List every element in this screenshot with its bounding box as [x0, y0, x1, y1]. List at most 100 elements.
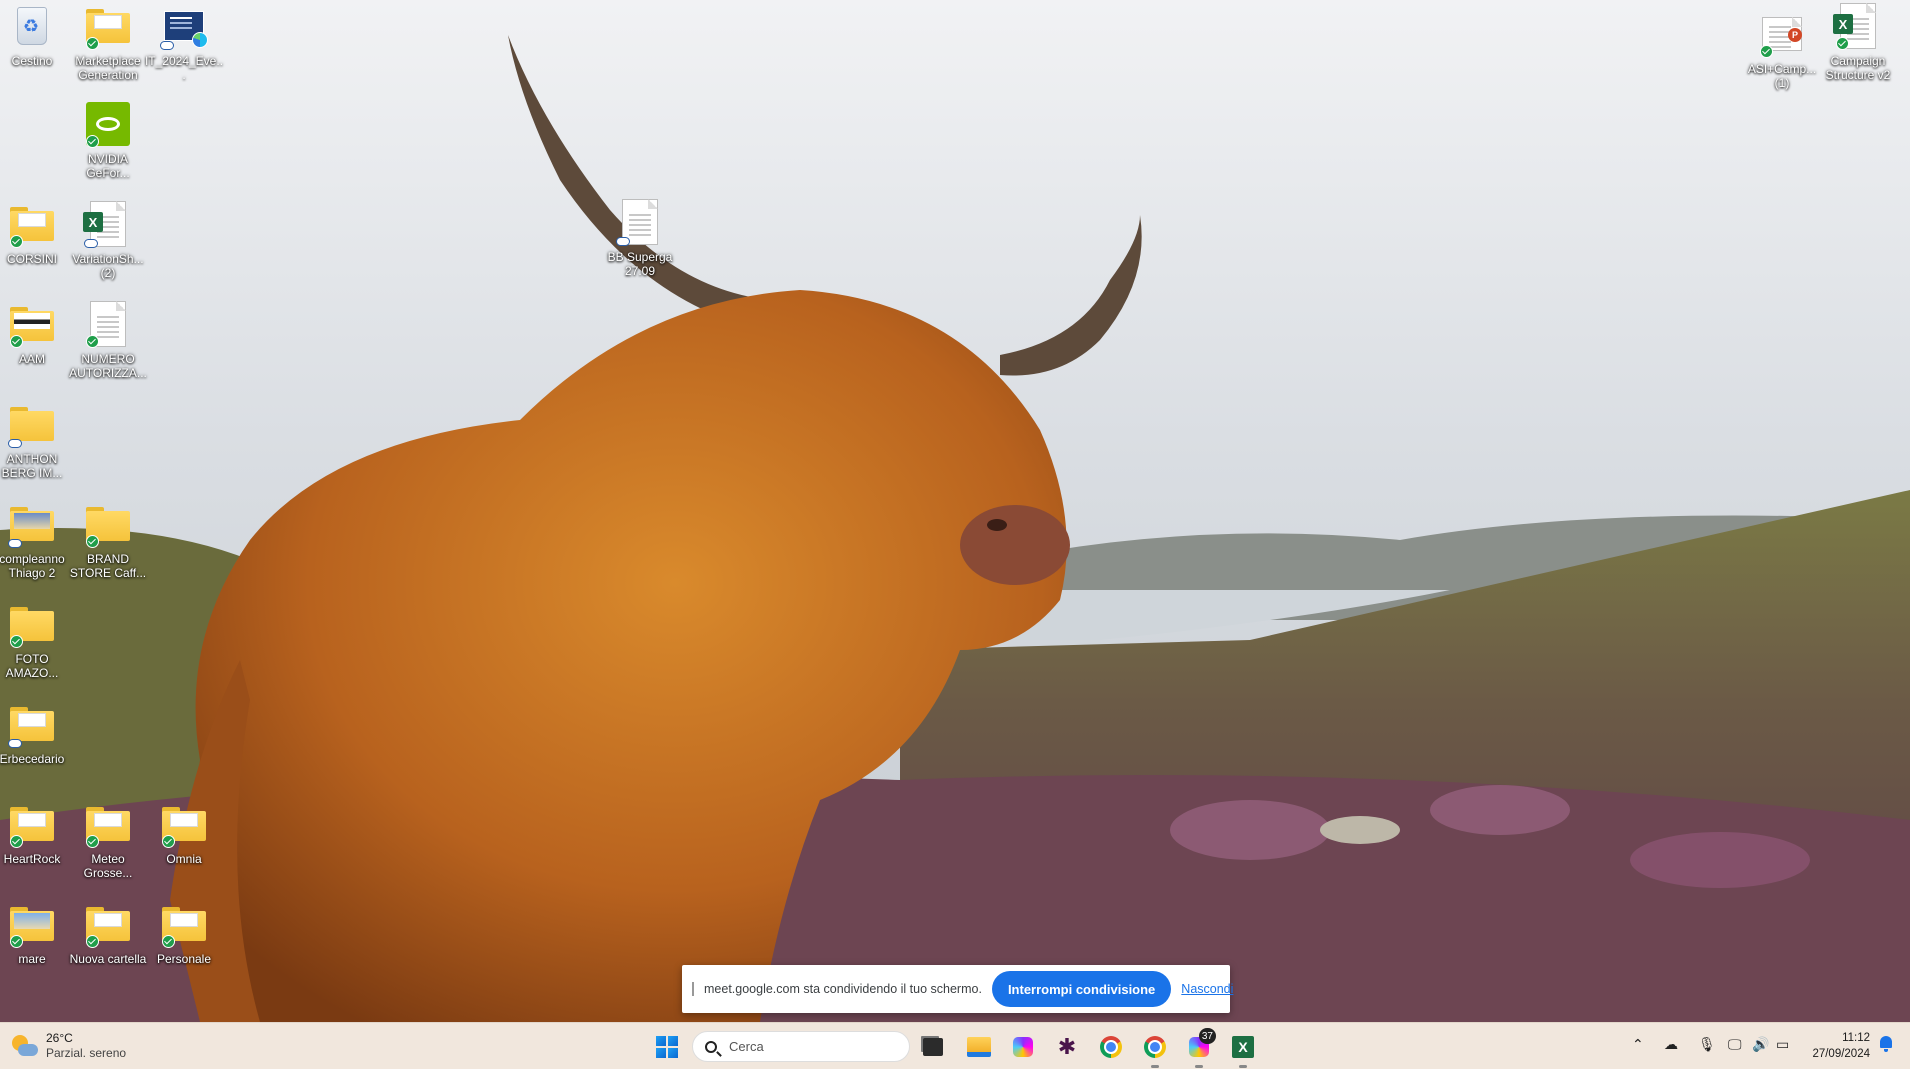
desktop-folder-compleanno-thiago[interactable]: compleanno Thiago 2	[0, 500, 68, 580]
sync-check-icon	[162, 935, 175, 948]
desktop-folder-mare[interactable]: mare	[0, 900, 68, 966]
edge-icon	[192, 32, 208, 48]
sync-check-icon	[10, 335, 23, 348]
folder-icon	[8, 800, 56, 848]
excel-button[interactable]: X	[1228, 1032, 1258, 1068]
chrome-profile-icon	[1144, 1036, 1166, 1058]
network-icon[interactable]: 🖵	[1728, 1037, 1742, 1053]
desktop-icon-label: Marketplace Generation	[75, 54, 141, 82]
desktop-folder-corsini[interactable]: CORSINI	[0, 200, 68, 266]
taskbar-search[interactable]	[692, 1031, 910, 1062]
folder-icon	[84, 500, 132, 548]
desktop-folder-anthon-berg[interactable]: ANTHON BERG IM...	[0, 400, 68, 480]
desktop-folder-brand-store[interactable]: BRAND STORE Caff...	[70, 500, 146, 580]
folder-icon	[160, 800, 208, 848]
taskbar: 26°C Parzial. sereno ✱ 37 X ⌃ ☁ 🎙 🖵 🔊 ▭ …	[0, 1022, 1910, 1069]
search-icon	[705, 1040, 717, 1053]
battery-icon[interactable]: ▭	[1776, 1037, 1789, 1053]
recycle-bin-icon[interactable]: Cestino	[0, 2, 68, 68]
sync-check-icon	[10, 635, 23, 648]
excel-file-icon: X	[83, 200, 132, 248]
sync-check-icon	[86, 135, 99, 148]
sync-check-icon	[86, 835, 99, 848]
clock[interactable]: 11:12 27/09/2024	[1800, 1030, 1870, 1062]
weather-temperature: 26°C	[46, 1031, 73, 1045]
file-explorer-button[interactable]	[964, 1032, 994, 1062]
microphone-icon[interactable]: 🎙	[1698, 1037, 1716, 1053]
clickup-notifications-button[interactable]: 37	[1184, 1028, 1216, 1068]
folder-icon	[84, 900, 132, 948]
sync-check-icon	[162, 835, 175, 848]
folder-icon	[8, 400, 56, 448]
onedrive-icon[interactable]: ☁	[1664, 1037, 1678, 1053]
chrome-profile-button[interactable]	[1140, 1032, 1170, 1068]
desktop-icon-label: NUMERO AUTORIZZA...	[69, 352, 147, 380]
desktop-folder-aam[interactable]: AAM	[0, 300, 68, 366]
desktop-icon-label: ANTHON BERG IM...	[1, 452, 63, 480]
sync-check-icon	[10, 935, 23, 948]
desktop-file-bb-superga[interactable]: BB Superga 27.09	[604, 198, 676, 278]
desktop-shortcut-asi-campaign[interactable]: P ASI+Camp... (1)	[1746, 10, 1818, 90]
partly-sunny-icon	[12, 1033, 38, 1059]
file-explorer-icon	[967, 1037, 991, 1057]
sync-check-icon	[10, 235, 23, 248]
show-hidden-icons-chevron-icon[interactable]: ⌃	[1632, 1037, 1644, 1053]
sync-check-icon	[86, 335, 99, 348]
search-input[interactable]	[729, 1039, 879, 1054]
powerpoint-icon: P	[1788, 28, 1802, 42]
chrome-icon	[1100, 1036, 1122, 1058]
desktop-folder-foto-amazon[interactable]: FOTO AMAZO...	[0, 600, 68, 680]
desktop-icon-label: Meteo Grosse...	[83, 852, 133, 880]
volume-icon[interactable]: 🔊	[1752, 1037, 1769, 1053]
desktop-icon-label: Campaign Structure v2	[1825, 54, 1891, 82]
desktop-file-it-2024-eve[interactable]: IT_2024_Eve...	[145, 2, 223, 82]
stop-sharing-button[interactable]: Interrompi condivisione	[991, 971, 1172, 1007]
task-view-button[interactable]	[918, 1032, 948, 1062]
presentation-file-icon	[160, 2, 208, 50]
start-button[interactable]	[652, 1032, 682, 1062]
desktop-icon-label: Nuova cartella	[69, 952, 147, 966]
folder-icon	[8, 500, 56, 548]
notification-bell-icon[interactable]	[1879, 1036, 1893, 1052]
clock-time: 11:12	[1842, 1032, 1870, 1044]
folder-icon	[8, 900, 56, 948]
document-file-icon	[84, 300, 132, 348]
drag-handle-icon[interactable]	[692, 982, 694, 996]
slack-button[interactable]: ✱	[1052, 1032, 1082, 1062]
desktop-icon-label: mare	[18, 952, 46, 966]
desktop-file-campaign-structure[interactable]: X Campaign Structure v2	[1822, 2, 1894, 82]
recycle-bin-glyph-icon	[8, 2, 56, 50]
desktop-folder-omnia[interactable]: Omnia	[148, 800, 220, 866]
cloud-icon	[616, 237, 630, 246]
shortcut-file-icon: P	[1758, 10, 1806, 58]
weather-widget[interactable]: 26°C Parzial. sereno	[12, 1031, 126, 1061]
sync-check-icon	[86, 535, 99, 548]
desktop-icon-label: Personale	[156, 952, 212, 966]
desktop-icon-label: VariationSh... (2)	[72, 252, 144, 280]
desktop-folder-meteo-grosse[interactable]: Meteo Grosse...	[72, 800, 144, 880]
desktop-icon-label: BRAND STORE Caff...	[69, 552, 147, 580]
clickup-button[interactable]	[1008, 1032, 1038, 1062]
desktop-folder-heartrock[interactable]: HeartRock	[0, 800, 68, 866]
hide-link[interactable]: Nascondi	[1181, 982, 1233, 996]
sync-check-icon	[86, 37, 99, 50]
excel-icon: X	[1232, 1036, 1254, 1058]
desktop-folder-erbecedario[interactable]: Erbecedario	[0, 700, 68, 766]
desktop-icon-label: NVIDIA GeFor...	[86, 152, 130, 180]
cloud-icon	[8, 739, 22, 748]
slack-icon: ✱	[1057, 1034, 1077, 1060]
desktop-icon-label: Cestino	[11, 54, 53, 68]
desktop-icon-label: HeartRock	[3, 852, 61, 866]
desktop-file-variationsh[interactable]: X VariationSh... (2)	[72, 200, 144, 280]
nvidia-icon	[84, 100, 132, 148]
desktop-app-nvidia-geforce[interactable]: NVIDIA GeFor...	[72, 100, 144, 180]
desktop-icon-label: FOTO AMAZO...	[5, 652, 59, 680]
running-indicator	[1239, 1065, 1247, 1068]
desktop-folder-personale[interactable]: Personale	[148, 900, 220, 966]
clickup-icon	[1013, 1037, 1033, 1057]
desktop-folder-nuova-cartella[interactable]: Nuova cartella	[70, 900, 146, 966]
desktop-file-numero-autorizza[interactable]: NUMERO AUTORIZZA...	[69, 300, 147, 380]
desktop-icon-label: IT_2024_Eve...	[144, 54, 224, 82]
desktop-folder-marketplace-generation[interactable]: Marketplace Generation	[72, 2, 144, 82]
chrome-button[interactable]	[1096, 1032, 1126, 1062]
